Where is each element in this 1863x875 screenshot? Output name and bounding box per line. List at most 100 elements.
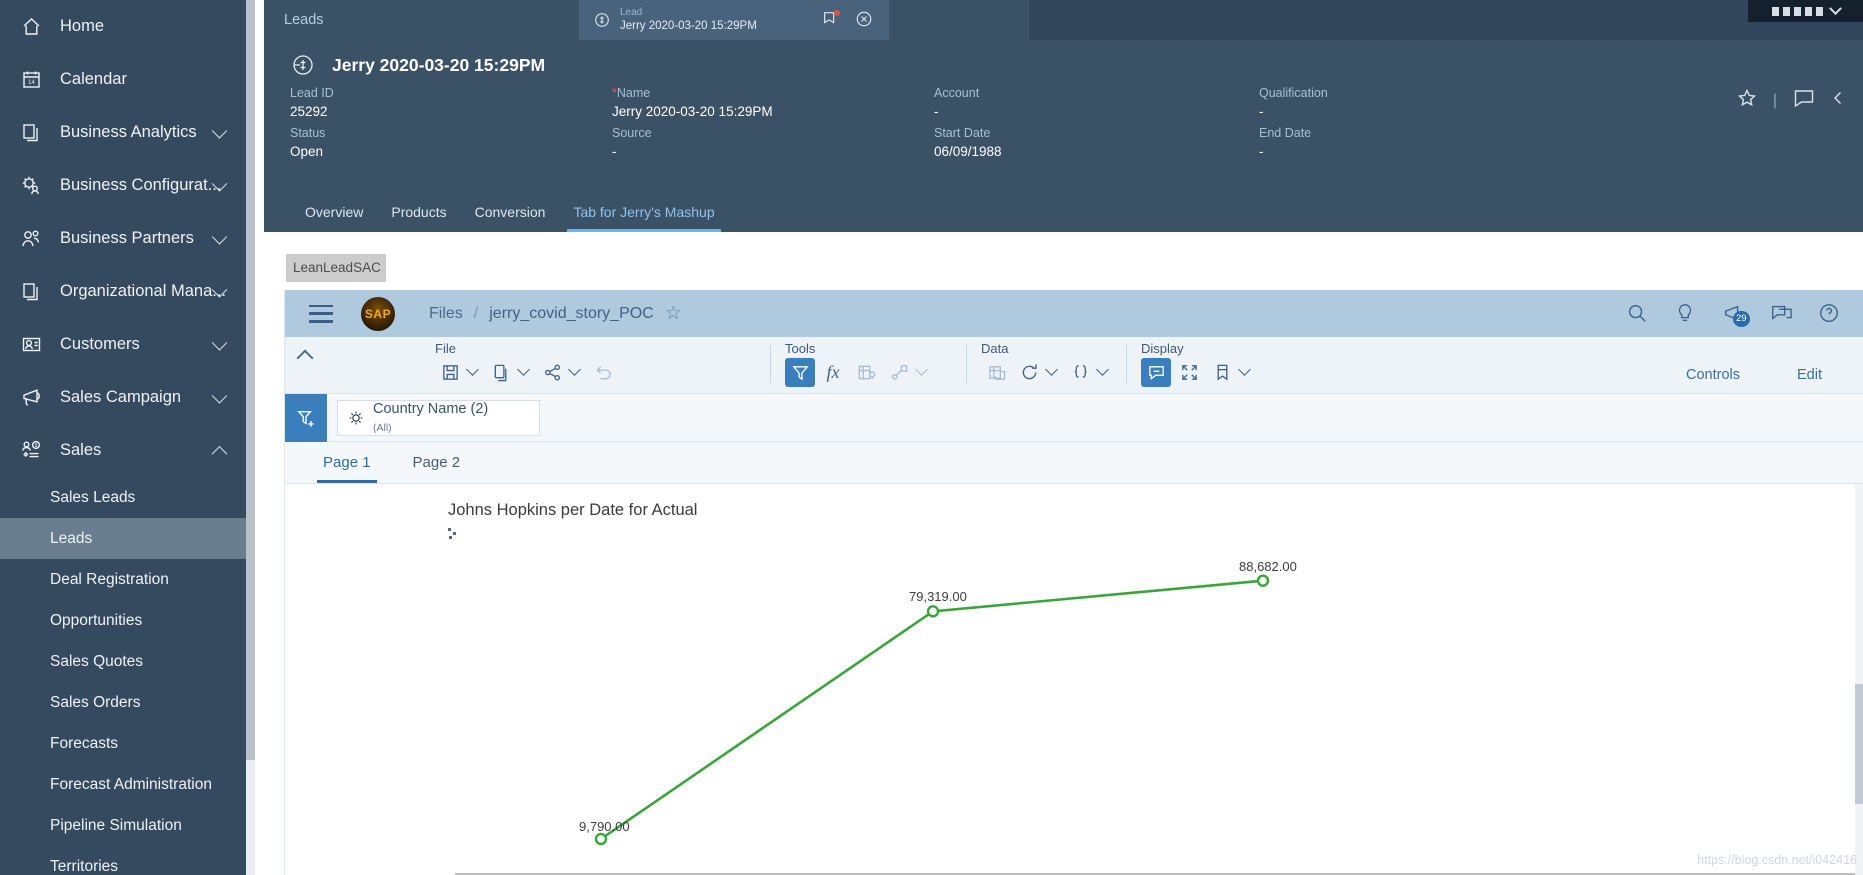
add-filter-icon[interactable] [285, 394, 327, 442]
field-value[interactable]: Open [290, 144, 325, 159]
sidebar-item-territories[interactable]: Territories [0, 846, 255, 875]
tab-label: Tab for Jerry's Mashup [573, 204, 715, 220]
field-start-date: Start Date 06/09/1988 [934, 126, 1002, 159]
field-value[interactable]: Jerry 2020-03-20 15:29PM [612, 104, 773, 119]
sidebar-item-sales-orders[interactable]: Sales Orders [0, 682, 255, 723]
sidebar-item-business-analytics[interactable]: Business Analytics [0, 106, 255, 159]
sidebar-item-business-partners[interactable]: Business Partners [0, 212, 255, 265]
sidebar-item-leads[interactable]: Leads [0, 518, 255, 559]
comment-icon[interactable] [1141, 358, 1171, 387]
favorite-star-icon[interactable] [1737, 88, 1757, 113]
sac-app-bar-actions: 29 [1626, 302, 1842, 327]
sidebar-item-label: Leads [50, 529, 93, 547]
controls-panel-link[interactable]: Controls [1686, 367, 1740, 383]
field-value[interactable]: - [612, 144, 652, 159]
favorite-star-icon[interactable]: ☆ [665, 304, 682, 323]
chart-data-label: 79,319.00 [909, 589, 967, 605]
hamburger-menu-icon[interactable] [309, 304, 333, 323]
window-controls[interactable] [1748, 0, 1863, 22]
share-icon[interactable] [537, 358, 567, 387]
sidebar-item-forecast-administration[interactable]: Forecast Administration [0, 764, 255, 805]
chevron-down-icon[interactable] [1045, 363, 1058, 376]
sidebar-item-sales-leads[interactable]: Sales Leads [0, 477, 255, 518]
object-header-actions[interactable]: | [1737, 88, 1845, 113]
chevron-down-icon[interactable] [211, 387, 228, 404]
sidebar-scrollbar-thumb[interactable] [246, 0, 255, 760]
sidebar-item-deal-registration[interactable]: Deal Registration [0, 559, 255, 600]
chart-data-label: 88,682.00 [1239, 558, 1297, 574]
page-tab-page-1[interactable]: Page 1 [307, 442, 387, 483]
formula-icon[interactable]: fx [818, 358, 848, 387]
search-icon[interactable] [1626, 302, 1650, 326]
sidebar-item-organizational-mana[interactable]: Organizational Mana... [0, 265, 255, 318]
sidebar-item-home[interactable]: Home [0, 0, 255, 53]
breadcrumb: Files / jerry_covid_story_POC ☆ [429, 304, 682, 323]
sidebar-item-business-configurat[interactable]: Business Configurat... [0, 159, 255, 212]
chart-data-point [594, 832, 608, 846]
collaboration-icon[interactable] [1770, 302, 1794, 326]
sidebar-item-customers[interactable]: Customers [0, 318, 255, 371]
canvas-scrollbar-thumb[interactable] [1855, 684, 1863, 804]
window-tab-lead[interactable]: Lead Jerry 2020-03-20 15:29PM [579, 0, 889, 40]
field-value[interactable]: - [1259, 144, 1311, 159]
sidebar-item-forecasts[interactable]: Forecasts [0, 723, 255, 764]
sidebar-item-label: Forecasts [50, 734, 119, 752]
watermark-text: https://blog.csdn.net/i042416 [1697, 853, 1857, 867]
notifications-icon[interactable]: 29 [1722, 302, 1750, 327]
filter-token-country-name[interactable]: Country Name (2) (All) [337, 400, 540, 436]
sidebar-scrollbar[interactable] [246, 0, 255, 875]
sidebar-item-opportunities[interactable]: Opportunities [0, 600, 255, 641]
lightbulb-icon[interactable] [1674, 302, 1698, 326]
chevron-down-icon[interactable] [211, 334, 228, 351]
sidebar-item-label: Customers [60, 335, 140, 353]
sidebar-item-calendar[interactable]: 14 Calendar [0, 53, 255, 106]
fullscreen-icon[interactable] [1174, 358, 1204, 387]
chevron-down-icon[interactable] [211, 122, 228, 139]
help-icon[interactable] [1818, 302, 1842, 326]
filter-token-title: Country Name (2) [373, 401, 489, 417]
sac-ribbon-toolbar: File Tools fx Data Display Controls Edit [285, 337, 1863, 394]
copy-icon[interactable] [486, 358, 516, 387]
ribbon-group-tools: Tools fx [785, 341, 932, 387]
chevron-down-icon[interactable] [211, 228, 228, 245]
braces-icon[interactable] [1065, 358, 1095, 387]
window-tab-leads[interactable]: Leads [264, 0, 579, 40]
edit-mode-link[interactable]: Edit [1797, 367, 1822, 383]
field-value[interactable]: - [934, 104, 979, 119]
sidebar-item-sales-quotes[interactable]: Sales Quotes [0, 641, 255, 682]
chart-line-series [600, 579, 1264, 841]
field-value[interactable]: 06/09/1988 [934, 144, 1002, 159]
notes-icon[interactable] [821, 10, 841, 30]
refresh-icon[interactable] [1014, 358, 1044, 387]
filter-icon[interactable] [785, 358, 815, 387]
field-value[interactable]: 25292 [290, 104, 334, 119]
tab-tab-for-jerry-s-mashup[interactable]: Tab for Jerry's Mashup [559, 192, 728, 232]
bookmark-icon[interactable] [1207, 358, 1237, 387]
sidebar-item-sales-campaign[interactable]: Sales Campaign [0, 371, 255, 424]
sidebar-item-pipeline-simulation[interactable]: Pipeline Simulation [0, 805, 255, 846]
chevron-down-icon[interactable] [466, 363, 479, 376]
field-label: Qualification [1259, 86, 1328, 100]
tab-products[interactable]: Products [377, 192, 460, 232]
breadcrumb-files[interactable]: Files [429, 305, 463, 323]
sidebar-item-label: Sales Orders [50, 693, 141, 711]
feed-icon[interactable] [1793, 88, 1815, 113]
collapse-ribbon-chevron-icon[interactable] [296, 349, 314, 367]
chevron-down-icon[interactable] [568, 363, 581, 376]
save-icon[interactable] [435, 358, 465, 387]
page-tab-page-2[interactable]: Page 2 [397, 442, 477, 483]
chevron-down-icon[interactable] [1238, 363, 1251, 376]
chevron-up-icon[interactable] [211, 445, 228, 462]
close-icon[interactable] [855, 10, 875, 30]
chevron-left-icon[interactable] [1831, 88, 1845, 113]
chevron-down-icon[interactable] [517, 363, 530, 376]
chevron-down-icon[interactable] [1096, 363, 1109, 376]
tab-overview[interactable]: Overview [291, 192, 377, 232]
field-value[interactable]: - [1259, 104, 1328, 119]
sidebar-item-sales[interactable]: $ Sales [0, 424, 255, 477]
tab-conversion[interactable]: Conversion [461, 192, 560, 232]
canvas-vertical-scrollbar[interactable] [1855, 484, 1863, 875]
breadcrumb-separator: / [473, 304, 479, 322]
field-label: End Date [1259, 126, 1312, 140]
chevron-down-icon[interactable] [1828, 1, 1842, 15]
